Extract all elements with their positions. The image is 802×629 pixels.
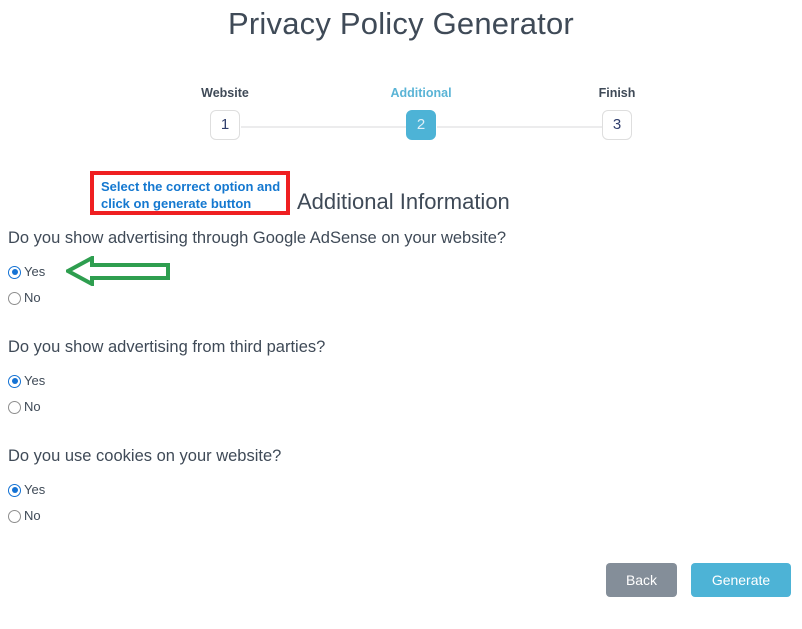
question-group-cookies: Do you use cookies on your website? Yes … (8, 446, 281, 525)
stepper-step-additional[interactable]: Additional 2 (381, 86, 461, 140)
question-group-third-party-ads: Do you show advertising from third parti… (8, 337, 325, 416)
generate-button[interactable]: Generate (691, 563, 791, 597)
radio-icon-unselected[interactable] (8, 291, 21, 305)
stepper-step-website-number: 1 (210, 110, 240, 140)
radio-option-yes[interactable]: Yes (8, 372, 325, 390)
radio-option-label: Yes (24, 482, 46, 497)
radio-icon-selected[interactable] (8, 374, 21, 388)
radio-option-no[interactable]: No (8, 507, 281, 525)
annotation-callout-box: Select the correct option and click on g… (90, 171, 290, 215)
annotation-callout-text: Select the correct option and click on g… (101, 179, 281, 211)
section-heading: Additional Information (297, 189, 510, 214)
stepper-step-finish-label: Finish (598, 86, 636, 100)
radio-option-label: Yes (24, 373, 46, 388)
question-text: Do you show advertising from third parti… (8, 338, 326, 356)
stepper-step-additional-label: Additional (390, 86, 452, 100)
radio-icon-unselected[interactable] (8, 509, 21, 523)
question-text: Do you use cookies on your website? (8, 447, 282, 465)
radio-option-label: No (24, 399, 41, 414)
stepper-step-website[interactable]: Website 1 (185, 86, 265, 140)
radio-icon-unselected[interactable] (8, 400, 21, 414)
radio-option-label: No (24, 290, 41, 305)
radio-option-no[interactable]: No (8, 398, 325, 416)
stepper-step-additional-number: 2 (406, 110, 436, 140)
stepper-step-finish[interactable]: Finish 3 (577, 86, 657, 140)
stepper-step-website-label: Website (201, 86, 249, 100)
radio-option-yes[interactable]: Yes (8, 481, 281, 499)
stepper-connector-1-2 (241, 126, 412, 128)
stepper-connector-2-3 (437, 126, 608, 128)
page-title: Privacy Policy Generator (228, 6, 574, 41)
question-text: Do you show advertising through Google A… (8, 229, 507, 247)
radio-icon-selected[interactable] (8, 265, 21, 279)
radio-icon-selected[interactable] (8, 483, 21, 497)
radio-option-no[interactable]: No (8, 289, 506, 307)
annotation-arrow-left-icon (63, 254, 170, 288)
radio-option-label: Yes (24, 264, 46, 279)
progress-stepper: Website 1 Additional 2 Finish 3 (201, 86, 639, 144)
stepper-step-finish-number: 3 (602, 110, 632, 140)
back-button[interactable]: Back (606, 563, 677, 597)
radio-option-label: No (24, 508, 41, 523)
